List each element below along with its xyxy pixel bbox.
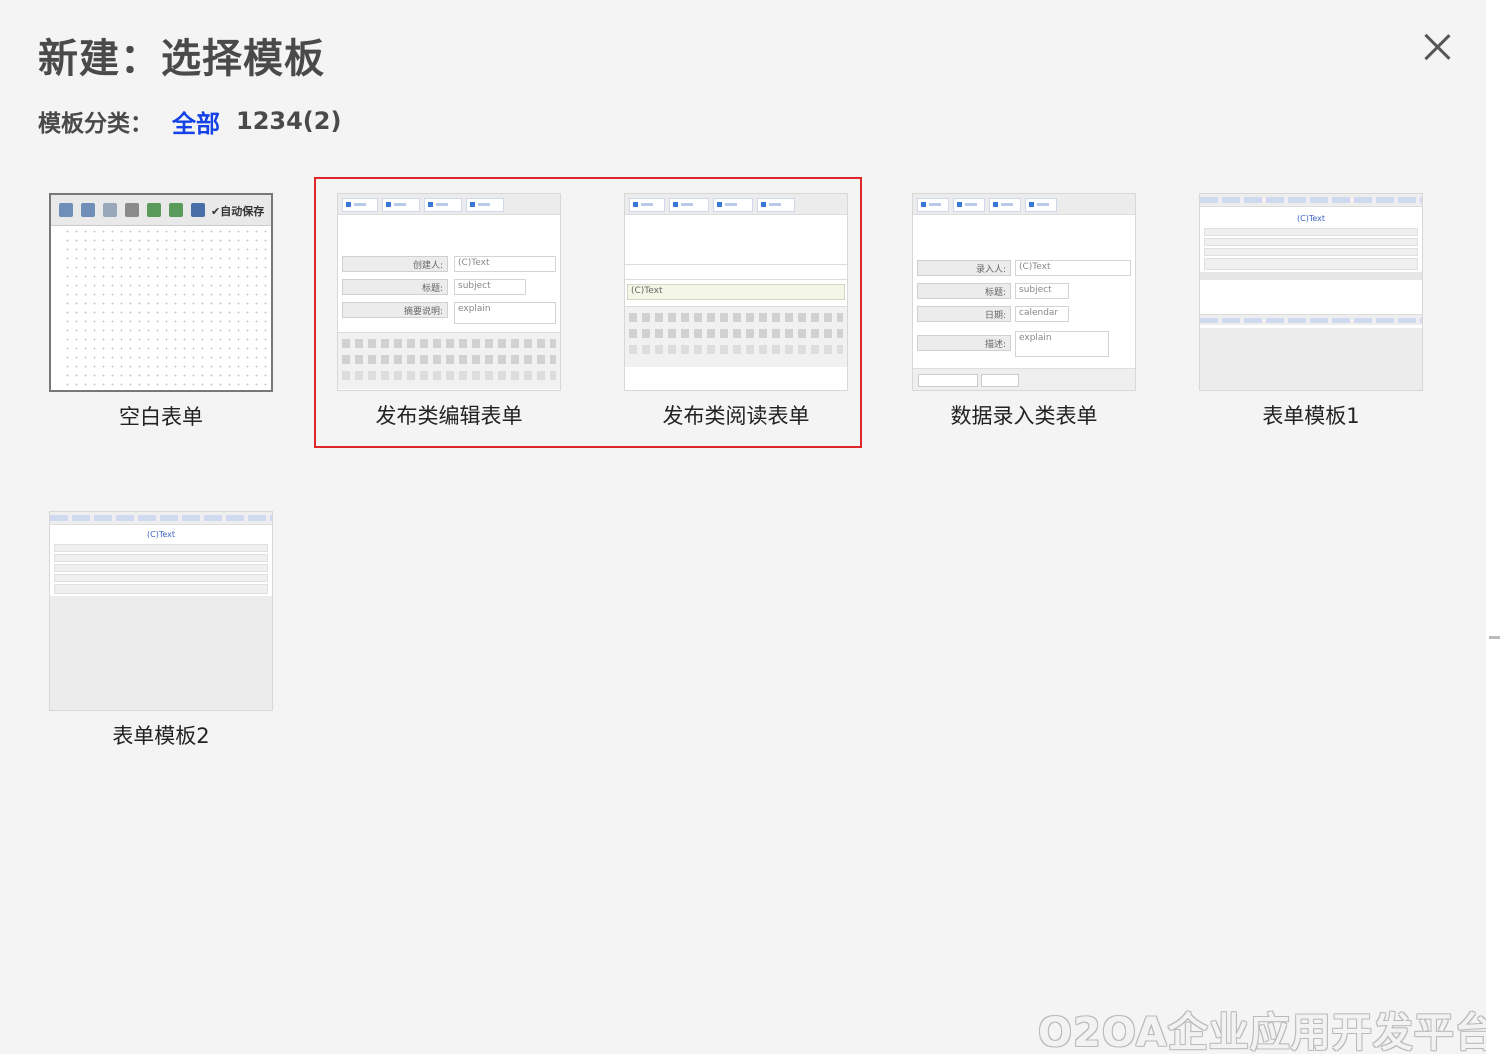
category-label: 模板分类：: [38, 111, 153, 137]
template-preview: 创建人: (C)Text 标题: subject 摘要说明: explain: [337, 193, 561, 391]
template-card-blank[interactable]: ✔自动保存 空白表单: [49, 193, 273, 431]
category-1234[interactable]: 1234(2): [236, 107, 341, 135]
preview-field-row: 日期: calendar: [917, 306, 1131, 322]
preview-heading: (C)Text: [1296, 214, 1325, 223]
template-name: 表单模板2: [112, 724, 210, 748]
template-name: 发布类阅读表单: [662, 404, 810, 428]
category-all[interactable]: 全部: [172, 104, 220, 139]
template-card-template2[interactable]: (C)Text 表单模板2: [49, 511, 273, 750]
template-preview: (C)Text: [49, 511, 273, 711]
preview-value: (C)Text: [631, 286, 663, 296]
watermark: O2OA企业应用开发平台: [1038, 1010, 1496, 1056]
template-name: 数据录入类表单: [950, 404, 1098, 428]
preview-field-row: 标题: subject: [342, 279, 556, 295]
template-card-publish-read[interactable]: (C)Text 发布类阅读表单: [624, 193, 848, 430]
template-preview: 录入人: (C)Text 标题: subject 日期: calendar 描述…: [912, 193, 1136, 391]
dialog-title: 新建：选择模板: [38, 36, 325, 82]
template-card-data-entry[interactable]: 录入人: (C)Text 标题: subject 日期: calendar 描述…: [912, 193, 1136, 430]
preview-field-row: 摘要说明: explain: [342, 302, 556, 324]
template-card-publish-edit[interactable]: 创建人: (C)Text 标题: subject 摘要说明: explain 发…: [337, 193, 561, 430]
page-edge: [1486, 0, 1500, 1054]
preview-heading: (C)Text: [146, 530, 175, 539]
template-dialog: 新建：选择模板 模板分类： 全部 1234(2) ✔自动保存 空白表单 创建人:…: [0, 0, 1495, 1056]
preview-toolbar: ✔自动保存: [51, 195, 271, 226]
category-filter: 模板分类： 全部 1234(2): [38, 104, 341, 138]
preview-field-row: 标题: subject: [917, 283, 1131, 299]
template-preview: ✔自动保存: [49, 193, 273, 392]
preview-field-row: 创建人: (C)Text: [342, 256, 556, 272]
preview-editor-toolbar: [338, 332, 560, 389]
template-card-template1[interactable]: (C)Text 表单模板1: [1199, 193, 1423, 430]
preview-field-row: 描述: explain: [917, 331, 1131, 357]
autosave-label: ✔自动保存: [211, 205, 265, 218]
template-name: 表单模板1: [1262, 404, 1360, 428]
template-name: 空白表单: [119, 405, 203, 429]
template-name: 发布类编辑表单: [375, 404, 523, 428]
preview-toolbar: [338, 194, 560, 215]
preview-toolbar: [625, 194, 847, 215]
template-preview: (C)Text: [624, 193, 848, 391]
close-icon[interactable]: [1418, 28, 1456, 66]
preview-toolbar: [913, 194, 1135, 215]
preview-editor-toolbar: [625, 306, 847, 367]
preview-grid: [63, 227, 269, 388]
preview-field-row: 录入人: (C)Text: [917, 260, 1131, 276]
template-preview: (C)Text: [1199, 193, 1423, 391]
